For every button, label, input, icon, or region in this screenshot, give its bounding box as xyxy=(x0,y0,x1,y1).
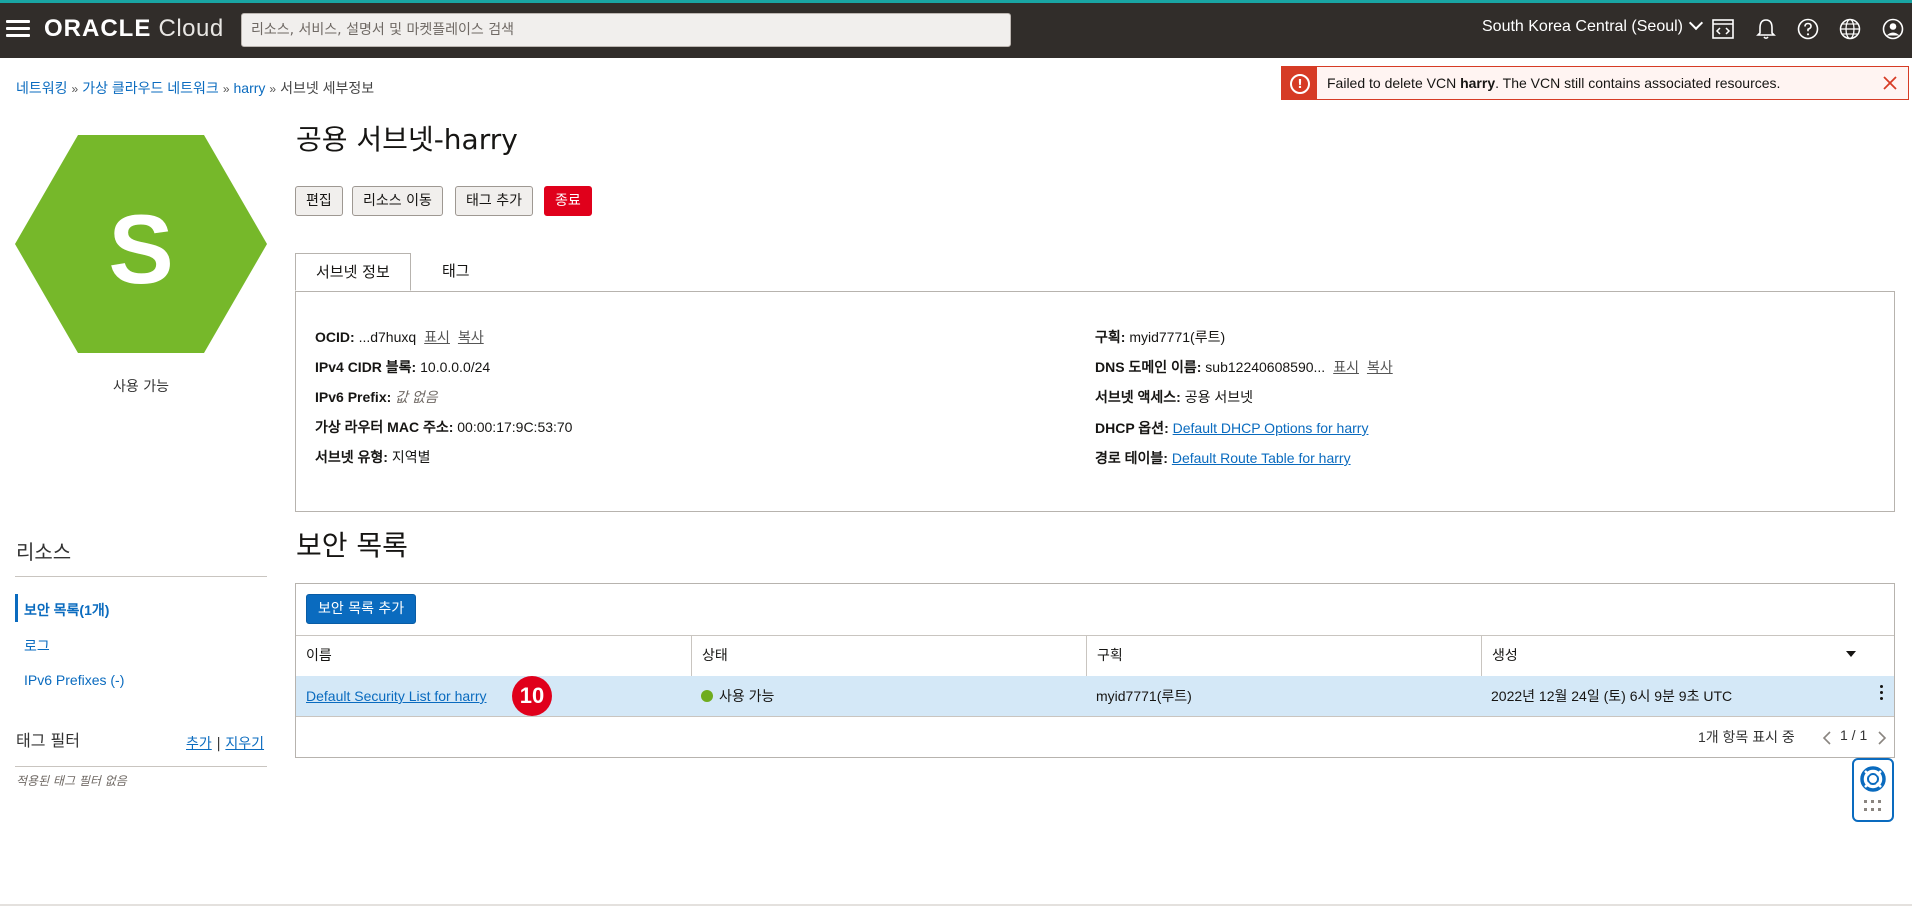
status-dot-icon xyxy=(701,690,713,702)
grid-icon xyxy=(1864,800,1881,811)
breadcrumb-separator: » xyxy=(71,82,79,96)
compartment-field: 구획: myid7771(루트) xyxy=(1095,329,1226,345)
breadcrumb-separator: » xyxy=(222,82,230,96)
tab-subnet-info[interactable]: 서브넷 정보 xyxy=(295,253,411,291)
page-indicator: 1 / 1 xyxy=(1840,727,1868,743)
help-widget[interactable] xyxy=(1852,758,1894,822)
ipv4-cidr-field: IPv4 CIDR 블록: 10.0.0.0/24 xyxy=(315,359,491,375)
dns-copy-link[interactable]: 복사 xyxy=(1367,359,1393,375)
security-lists-heading: 보안 목록 xyxy=(296,529,408,562)
subnet-access-field: 서브넷 액세스: 공용 서브넷 xyxy=(1095,389,1254,405)
dhcp-options-link[interactable]: Default DHCP Options for harry xyxy=(1173,420,1369,436)
globe-icon[interactable] xyxy=(1839,18,1861,40)
security-list-status: 사용 가능 xyxy=(701,676,774,716)
search-input[interactable]: 리소스, 서비스, 설명서 및 마켓플레이스 검색 xyxy=(241,13,1011,47)
menu-icon[interactable] xyxy=(6,20,30,38)
resource-status-hexagon: S xyxy=(15,135,267,353)
close-icon[interactable] xyxy=(1880,73,1900,93)
chevron-left-icon[interactable] xyxy=(1822,731,1832,745)
items-count: 1개 항목 표시 중 xyxy=(1698,729,1795,745)
dns-domain-field: DNS 도메인 이름: sub12240608590... 표시 복사 xyxy=(1095,359,1393,375)
tag-filter-links: 추가 | 지우기 xyxy=(186,733,264,753)
add-security-list-button[interactable]: 보안 목록 추가 xyxy=(306,594,417,624)
security-list-compartment: myid7771(루트) xyxy=(1096,688,1192,704)
route-table-link[interactable]: Default Route Table for harry xyxy=(1172,450,1351,466)
resource-letter: S xyxy=(108,194,173,304)
sidebar-item-security-lists[interactable]: 보안 목록(1개) xyxy=(24,600,109,620)
tag-filter-separator: | xyxy=(216,736,221,752)
user-icon[interactable] xyxy=(1882,18,1904,40)
ocid-copy-link[interactable]: 복사 xyxy=(458,329,484,345)
no-tag-filters-text: 적용된 태그 필터 없음 xyxy=(16,774,127,788)
breadcrumb: 네트워킹» 가상 클라우드 네트워크» harry» 서브넷 세부정보 xyxy=(16,78,374,98)
router-mac-field: 가상 라우터 MAC 주소: 00:00:17:9C:53:70 xyxy=(315,419,573,435)
column-header-compartment[interactable]: 구획 xyxy=(1087,636,1482,676)
error-toast: ! Failed to delete VCN harry. The VCN st… xyxy=(1281,66,1909,100)
tag-filter-heading: 태그 필터 xyxy=(16,731,80,750)
add-tag-button[interactable]: 태그 추가 xyxy=(455,186,533,216)
column-header-state[interactable]: 상태 xyxy=(692,636,1087,676)
breadcrumb-networking[interactable]: 네트워킹 xyxy=(16,80,68,96)
bell-icon[interactable] xyxy=(1755,18,1777,40)
chevron-right-icon[interactable] xyxy=(1877,731,1887,745)
page-title: 공용 서브넷-harry xyxy=(296,123,518,156)
error-message: Failed to delete VCN harry. The VCN stil… xyxy=(1327,75,1781,91)
table-header: 이름 상태 구획 생성 xyxy=(296,635,1894,677)
ocid-show-link[interactable]: 표시 xyxy=(424,329,450,345)
code-editor-icon[interactable] xyxy=(1712,18,1734,40)
breadcrumb-vcn[interactable]: 가상 클라우드 네트워크 xyxy=(82,80,219,96)
sidebar-item-ipv6-prefixes[interactable]: IPv6 Prefixes (-) xyxy=(24,672,124,688)
chevron-down-icon xyxy=(1688,15,1704,31)
step-number-badge: 10 xyxy=(512,676,552,716)
column-header-created[interactable]: 생성 xyxy=(1482,636,1894,676)
breadcrumb-separator: » xyxy=(269,82,277,96)
top-accent-line xyxy=(0,0,1912,3)
dns-show-link[interactable]: 표시 xyxy=(1333,359,1359,375)
breadcrumb-current: 서브넷 세부정보 xyxy=(280,80,375,96)
tag-filter-add-link[interactable]: 추가 xyxy=(186,736,212,752)
active-indicator xyxy=(15,594,18,622)
resources-heading: 리소스 xyxy=(16,540,72,564)
route-table-field: 경로 테이블: Default Route Table for harry xyxy=(1095,450,1351,466)
dhcp-options-field: DHCP 옵션: Default DHCP Options for harry xyxy=(1095,420,1369,436)
error-icon: ! xyxy=(1282,67,1317,99)
divider xyxy=(15,576,267,577)
breadcrumb-harry[interactable]: harry xyxy=(234,80,266,96)
sort-icon[interactable] xyxy=(1846,651,1856,657)
ipv6-prefix-field: IPv6 Prefix: 값 없음 xyxy=(315,389,438,405)
edit-button[interactable]: 편집 xyxy=(295,186,343,216)
resource-status-label: 사용 가능 xyxy=(113,379,169,395)
lifebuoy-icon xyxy=(1860,766,1886,792)
security-list-created: 2022년 12월 24일 (토) 6시 9분 9초 UTC xyxy=(1491,688,1733,704)
tab-tags[interactable]: 태그 xyxy=(422,253,490,291)
help-icon[interactable] xyxy=(1797,18,1819,40)
terminate-button[interactable]: 종료 xyxy=(544,186,592,216)
top-navigation-bar: ORACLE Cloud 리소스, 서비스, 설명서 및 마켓플레이스 검색 S… xyxy=(0,0,1912,58)
subnet-type-field: 서브넷 유형: 지역별 xyxy=(315,449,431,465)
oracle-cloud-logo[interactable]: ORACLE Cloud xyxy=(44,15,224,43)
move-resource-button[interactable]: 리소스 이동 xyxy=(352,186,443,216)
row-actions-icon[interactable] xyxy=(1880,685,1884,703)
sidebar-item-logs[interactable]: 로그 xyxy=(24,636,50,656)
divider xyxy=(15,766,267,767)
ocid-field: OCID: ...d7huxq 표시 복사 xyxy=(315,329,484,345)
region-selector[interactable]: South Korea Central (Seoul) xyxy=(1482,15,1704,36)
tag-filter-clear-link[interactable]: 지우기 xyxy=(225,736,264,752)
column-header-name[interactable]: 이름 xyxy=(296,636,692,676)
security-list-name-link[interactable]: Default Security List for harry xyxy=(306,676,487,716)
